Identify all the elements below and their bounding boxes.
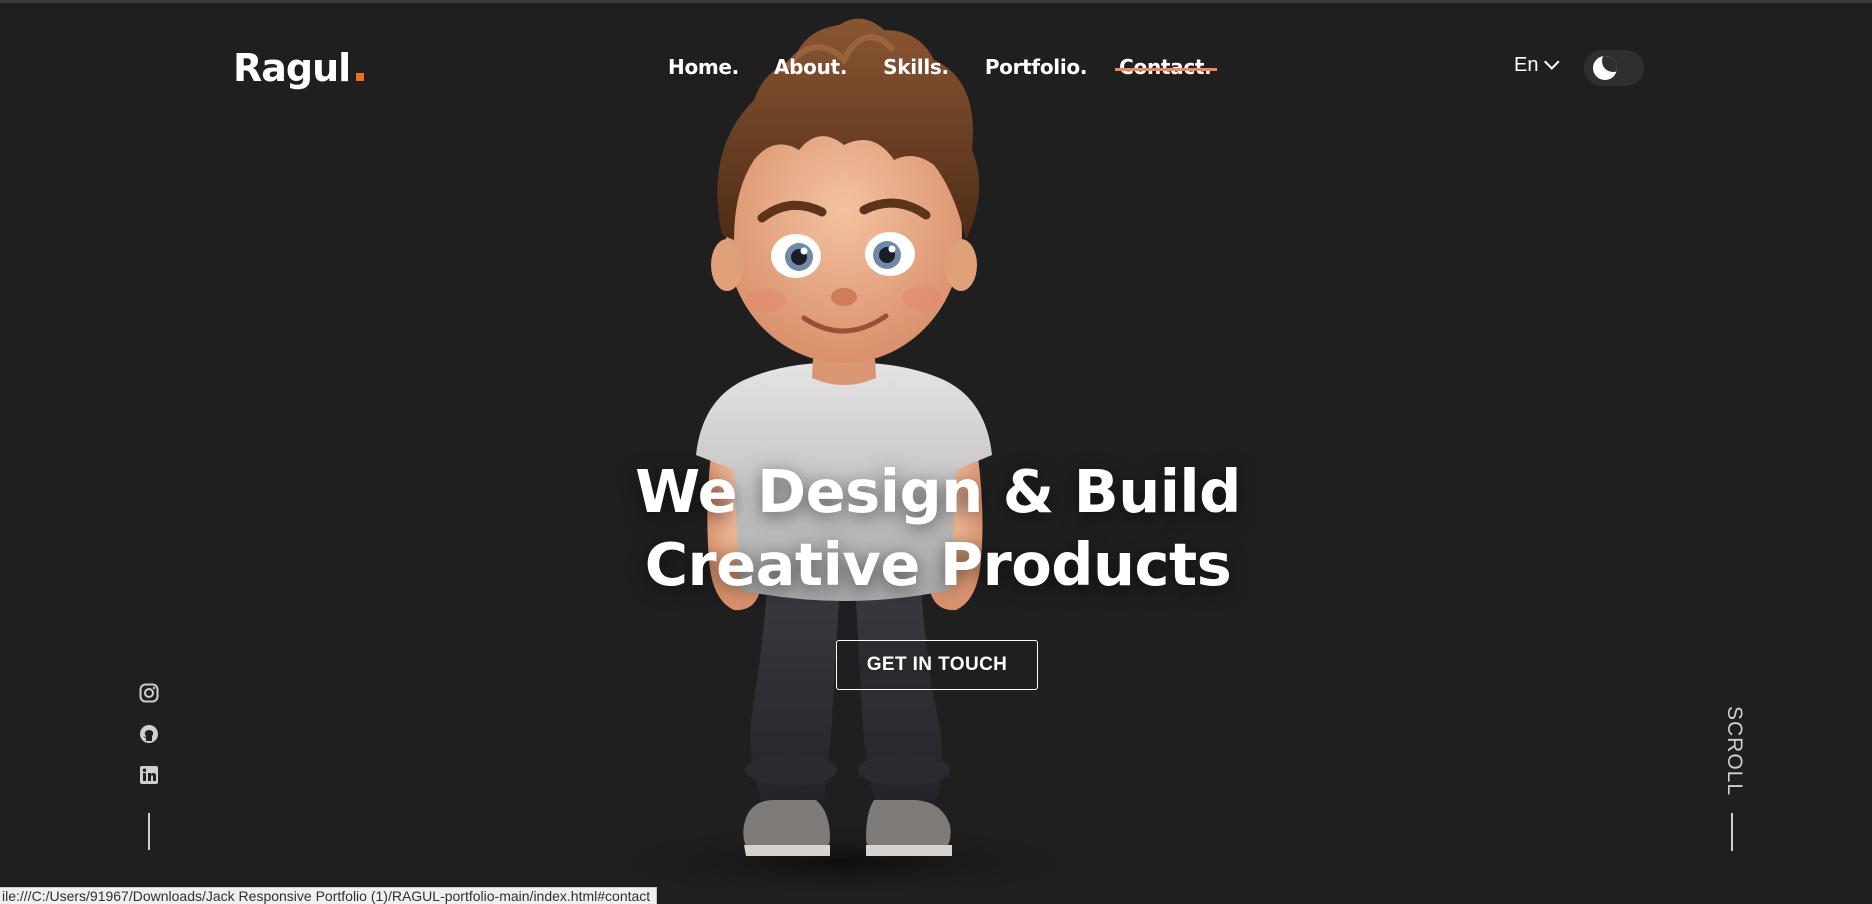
linkedin-icon[interactable]: [139, 765, 159, 785]
hero-character-illustration: [594, 0, 1094, 890]
browser-status-bar: ile:///C:/Users/91967/Downloads/Jack Res…: [0, 887, 658, 904]
nav-skills[interactable]: Skills.: [883, 52, 949, 82]
scroll-indicator-line: [1731, 813, 1733, 851]
theme-toggle[interactable]: [1584, 50, 1644, 86]
logo-text: Ragul: [233, 46, 351, 90]
nav-contact[interactable]: Contact.: [1115, 52, 1218, 82]
social-divider-line: [148, 813, 150, 850]
main-nav: Home. About. Skills. Portfolio. Contact.: [668, 52, 1218, 82]
get-in-touch-button[interactable]: GET IN TOUCH: [836, 640, 1038, 690]
hero-title-line-2: Creative Products: [644, 530, 1232, 599]
moon-icon: [1593, 56, 1617, 80]
site-logo[interactable]: Ragul: [233, 44, 365, 92]
social-links: [139, 683, 159, 806]
scroll-indicator-label[interactable]: SCROLL: [1716, 706, 1746, 796]
nav-about[interactable]: About.: [774, 52, 847, 82]
page: Ragul Home. About. Skills. Portfolio. Co…: [0, 0, 1872, 904]
hero-title: We Design & Build Creative Products: [560, 455, 1316, 601]
nav-home[interactable]: Home.: [668, 52, 739, 82]
logo-accent-dot: [356, 73, 365, 81]
language-label: En: [1514, 54, 1539, 76]
nav-portfolio[interactable]: Portfolio.: [985, 52, 1088, 82]
hero-title-line-1: We Design & Build: [635, 457, 1241, 526]
instagram-icon[interactable]: [139, 683, 159, 703]
github-icon[interactable]: [139, 724, 159, 744]
chevron-down-icon: [1544, 54, 1561, 70]
language-selector[interactable]: En: [1514, 54, 1561, 77]
